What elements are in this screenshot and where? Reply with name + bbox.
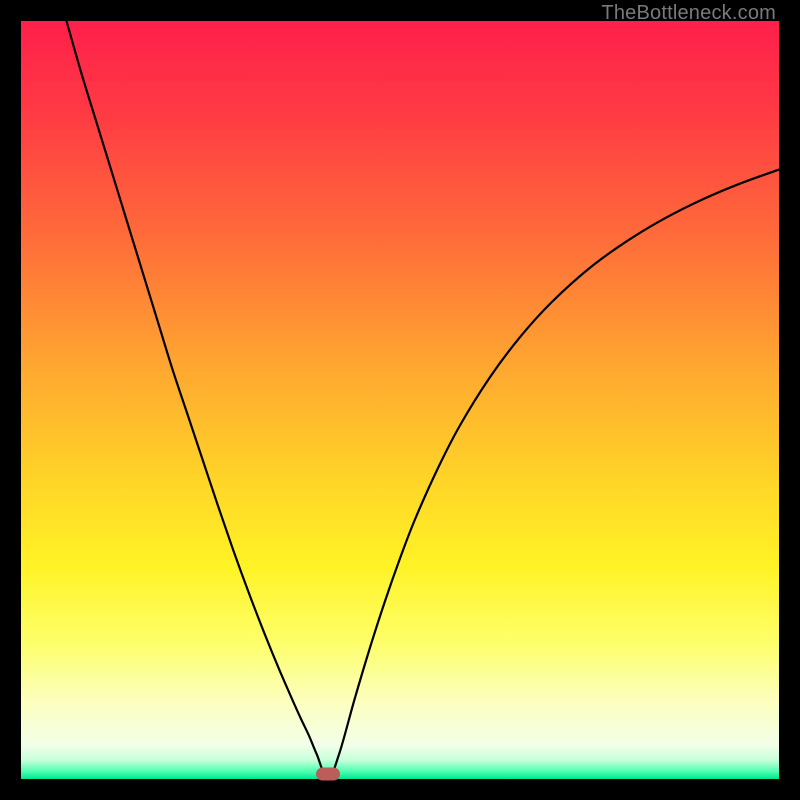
- watermark-text: TheBottleneck.com: [601, 2, 776, 25]
- gradient-background: [21, 21, 779, 779]
- minimum-marker: [316, 768, 340, 781]
- bottleneck-chart: [21, 21, 779, 779]
- plot-frame: [21, 21, 779, 779]
